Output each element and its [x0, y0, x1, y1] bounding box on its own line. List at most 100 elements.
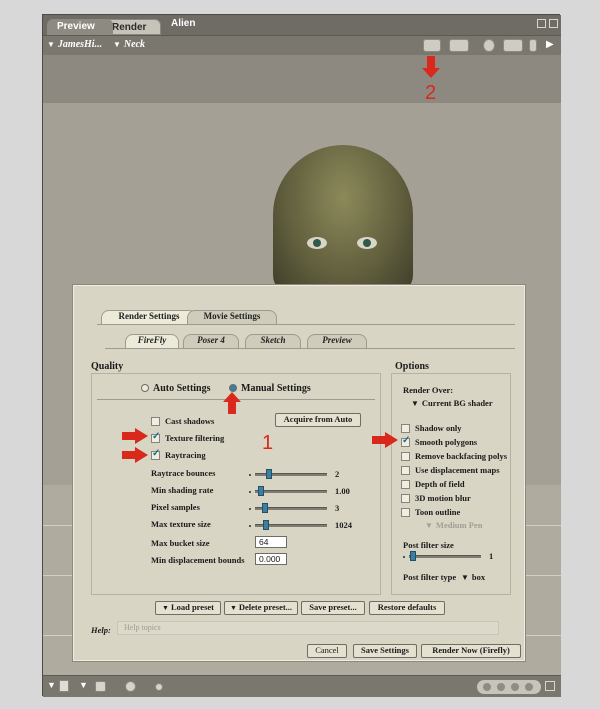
- restore-defaults-button[interactable]: Restore defaults: [369, 601, 445, 615]
- tab-preview-render[interactable]: Preview: [307, 334, 367, 348]
- min-displacement-bounds-field[interactable]: 0.000: [255, 553, 287, 565]
- remove-backfacing-checkbox[interactable]: Remove backfacing polys: [401, 451, 507, 461]
- shadow-only-checkbox[interactable]: Shadow only: [401, 423, 462, 433]
- max-bucket-size-field[interactable]: 64: [255, 536, 287, 548]
- checkbox-icon: [151, 417, 160, 426]
- cube-icon[interactable]: [95, 681, 106, 692]
- menu-arrow-icon[interactable]: ▼: [79, 680, 88, 690]
- tab-preview[interactable]: Preview: [47, 19, 113, 35]
- document-icon[interactable]: [59, 680, 69, 692]
- checkmark-icon: [151, 431, 160, 443]
- texture-filtering-checkbox[interactable]: Texture filtering: [151, 431, 224, 443]
- pixel-samples-value: 3: [335, 503, 340, 513]
- cast-shadows-checkbox[interactable]: Cast shadows: [151, 416, 214, 426]
- post-filter-size-slider[interactable]: 1: [403, 551, 499, 561]
- annotation-number-1: 1: [262, 432, 274, 454]
- left-eye: [307, 237, 327, 249]
- subtab-divider: [105, 348, 515, 349]
- window-title: Alien: [171, 18, 196, 29]
- toon-outline-checkbox[interactable]: Toon outline: [401, 507, 460, 517]
- save-preset-button[interactable]: Save preset...: [301, 601, 365, 615]
- tab-poser4[interactable]: Poser 4: [183, 334, 239, 348]
- post-filter-type-dropdown[interactable]: ▼ box: [461, 572, 485, 582]
- tab-movie-settings[interactable]: Movie Settings: [187, 310, 277, 324]
- tab-render-settings[interactable]: Render Settings: [101, 310, 197, 324]
- annotation-arrow-right-icon: [122, 447, 148, 463]
- bottom-bar: ▼ ▼: [43, 675, 561, 697]
- checkmark-icon: [151, 448, 160, 460]
- post-filter-size-value: 1: [489, 551, 494, 561]
- viewport-background: [43, 55, 561, 103]
- maximize-icon[interactable]: [537, 19, 546, 28]
- help-label: Help:: [91, 625, 111, 635]
- figure-menu[interactable]: ▼ JamesHi...: [47, 39, 102, 50]
- raytrace-bounces-label: Raytrace bounces: [151, 468, 216, 478]
- body-part-menu[interactable]: ▼ Neck: [113, 39, 145, 50]
- use-displacement-checkbox[interactable]: Use displacement maps: [401, 465, 500, 475]
- radio-on-icon: [229, 384, 237, 392]
- resize-handle-icon[interactable]: [545, 681, 555, 691]
- checkbox-icon: [401, 466, 410, 475]
- cancel-button[interactable]: Cancel: [307, 644, 347, 658]
- preview-toolbar: ▼ JamesHi... ▼ Neck ▶: [43, 35, 561, 55]
- checkbox-icon: [401, 494, 410, 503]
- min-shading-rate-slider[interactable]: 1.00: [249, 486, 359, 496]
- target-icon[interactable]: [483, 39, 495, 52]
- annotation-arrow-right-icon: [372, 432, 398, 448]
- dropdown-arrow-icon: ▼: [425, 521, 433, 530]
- checkbox-icon: [401, 424, 410, 433]
- close-icon[interactable]: [549, 19, 558, 28]
- render-settings-dialog: Render Settings Movie Settings FireFly P…: [72, 284, 526, 662]
- save-settings-button[interactable]: Save Settings: [353, 644, 417, 658]
- tab-divider: [97, 324, 515, 325]
- radio-off-icon: [141, 384, 149, 392]
- dropdown-arrow-icon: ▼: [229, 604, 237, 612]
- toon-style-dropdown[interactable]: ▼ Medium Pen: [425, 520, 482, 530]
- move-icon[interactable]: [503, 39, 523, 52]
- help-topics-field[interactable]: Help topics: [117, 621, 499, 635]
- render-settings-icon[interactable]: [449, 39, 469, 52]
- light-icon[interactable]: [155, 683, 163, 691]
- menu-arrow-icon[interactable]: ▼: [47, 680, 56, 690]
- min-shading-rate-value: 1.00: [335, 486, 350, 496]
- annotation-arrow-down-icon: [422, 56, 440, 78]
- acquire-from-auto-button[interactable]: Acquire from Auto: [275, 413, 361, 427]
- tab-sketch[interactable]: Sketch: [245, 334, 301, 348]
- raytrace-bounces-slider[interactable]: 2: [249, 469, 359, 479]
- tab-firefly[interactable]: FireFly: [125, 334, 179, 348]
- dropdown-arrow-icon: ▼: [411, 399, 419, 408]
- post-filter-type-label: Post filter type: [403, 572, 457, 582]
- quality-title: Quality: [91, 361, 124, 372]
- dropdown-arrow-icon: ▼: [162, 604, 169, 612]
- pixel-samples-label: Pixel samples: [151, 502, 200, 512]
- max-bucket-size-label: Max bucket size: [151, 538, 210, 548]
- figure-icon[interactable]: [529, 39, 537, 52]
- render-camera-icon[interactable]: [423, 39, 441, 52]
- max-texture-size-slider[interactable]: 1024: [249, 520, 359, 530]
- delete-preset-button[interactable]: ▼ Delete preset...: [224, 601, 298, 615]
- right-eye: [357, 237, 377, 249]
- play-arrow-icon[interactable]: ▶: [546, 39, 554, 50]
- title-bar: Render Preview Alien: [43, 15, 561, 35]
- dropdown-arrow-icon: ▼: [461, 573, 469, 582]
- load-preset-button[interactable]: ▼ Load preset: [155, 601, 221, 615]
- checkbox-icon: [401, 480, 410, 489]
- navigation-pill[interactable]: [477, 680, 541, 694]
- raytrace-bounces-value: 2: [335, 469, 340, 479]
- checkbox-icon: [401, 508, 410, 517]
- checkmark-icon: [401, 435, 410, 447]
- render-now-button[interactable]: Render Now (Firefly): [421, 644, 521, 658]
- depth-of-field-checkbox[interactable]: Depth of field: [401, 479, 465, 489]
- motion-blur-checkbox[interactable]: 3D motion blur: [401, 493, 471, 503]
- manual-settings-radio[interactable]: Manual Settings: [229, 383, 311, 394]
- render-over-dropdown[interactable]: ▼ Current BG shader: [411, 398, 493, 408]
- auto-settings-radio[interactable]: Auto Settings: [141, 383, 211, 394]
- annotation-arrow-up-icon: [223, 392, 241, 414]
- pixel-samples-slider[interactable]: 3: [249, 503, 359, 513]
- spheres-icon[interactable]: [125, 681, 136, 692]
- smooth-polygons-checkbox[interactable]: Smooth polygons: [401, 435, 477, 447]
- alien-figure-head[interactable]: [273, 145, 413, 295]
- max-texture-size-label: Max texture size: [151, 519, 211, 529]
- raytracing-checkbox[interactable]: Raytracing: [151, 448, 206, 460]
- min-displacement-bounds-label: Min displacement bounds: [151, 555, 245, 565]
